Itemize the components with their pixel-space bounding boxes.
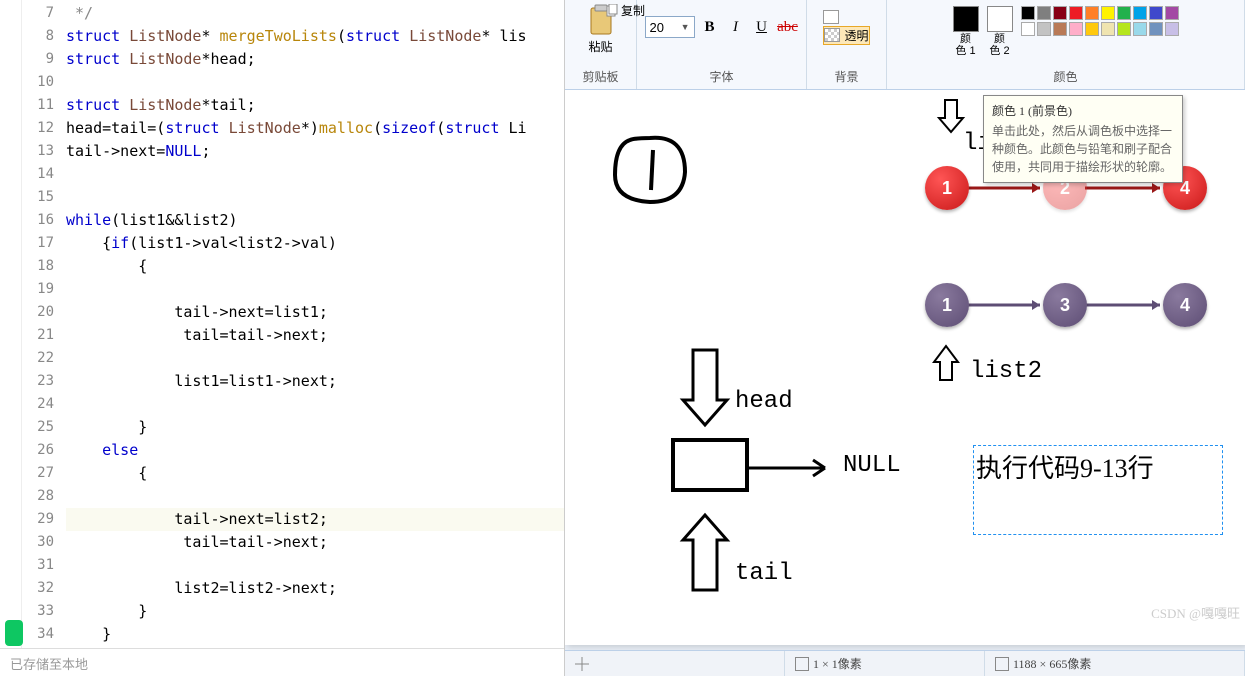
palette-swatch[interactable]: [1149, 22, 1163, 36]
palette-swatch[interactable]: [1149, 6, 1163, 20]
italic-button[interactable]: I: [725, 16, 747, 38]
palette-swatch[interactable]: [1037, 6, 1051, 20]
color1-swatch: [953, 6, 979, 32]
palette-swatch[interactable]: [1037, 22, 1051, 36]
cursor-pos-icon: [575, 657, 589, 671]
line-numbers: 7891011121314151617181920212223242526272…: [22, 0, 62, 648]
palette-swatch[interactable]: [1053, 22, 1067, 36]
list2-node-1: 1: [925, 283, 969, 327]
color-palette: [1021, 6, 1179, 36]
exec-text-box[interactable]: 执行代码9-13行: [973, 445, 1223, 535]
opaque-bg-option[interactable]: [823, 10, 869, 24]
palette-swatch[interactable]: [1165, 22, 1179, 36]
palette-swatch[interactable]: [1021, 22, 1035, 36]
font-group-label: 字体: [709, 66, 733, 87]
colors-group-label: 颜色: [1053, 66, 1077, 87]
palette-swatch[interactable]: [1133, 22, 1147, 36]
palette-swatch[interactable]: [1069, 22, 1083, 36]
strikethrough-button[interactable]: abc: [777, 16, 799, 38]
clipboard-group-label: 剪贴板: [582, 66, 618, 87]
head-label: head: [735, 388, 793, 415]
code-content[interactable]: */struct ListNode* mergeTwoLists(struct …: [62, 0, 564, 648]
paint-ribbon: 粘贴 复制 剪贴板 20 ▼ B I U abc: [565, 0, 1245, 90]
tail-label: tail: [735, 560, 793, 587]
palette-swatch[interactable]: [1053, 6, 1067, 20]
bold-button[interactable]: B: [699, 16, 721, 38]
selection-size-text: 1 × 1像素: [813, 655, 862, 672]
canvas-size-text: 1188 × 665像素: [1013, 655, 1091, 672]
underline-button[interactable]: U: [751, 16, 773, 38]
list1-node-1: 1: [925, 166, 969, 210]
canvas-size-icon: [995, 657, 1009, 671]
copy-icon: [605, 4, 619, 18]
font-size-select[interactable]: 20 ▼: [645, 16, 695, 38]
palette-swatch[interactable]: [1021, 6, 1035, 20]
watermark-text: CSDN @嘎嘎旺: [1151, 603, 1240, 622]
list2-node-2: 3: [1043, 283, 1087, 327]
color1-tooltip: 颜色 1 (前景色) 单击此处，然后从调色板中选择一种颜色。此颜色与铅笔和刷子配…: [983, 95, 1183, 183]
copy-button[interactable]: 复制: [605, 2, 645, 19]
list2-label: list2: [970, 358, 1042, 385]
chevron-down-icon: ▼: [681, 22, 690, 32]
code-editor[interactable]: 7891011121314151617181920212223242526272…: [0, 0, 564, 648]
null-label: NULL: [843, 452, 901, 479]
palette-swatch[interactable]: [1085, 6, 1099, 20]
palette-swatch[interactable]: [1085, 22, 1099, 36]
palette-swatch[interactable]: [1117, 22, 1131, 36]
selection-size-icon: [795, 657, 809, 671]
palette-swatch[interactable]: [1101, 6, 1115, 20]
list2-node-3: 4: [1163, 283, 1207, 327]
saved-status-text: 已存储至本地: [10, 657, 88, 672]
editor-gutter: [0, 0, 22, 648]
palette-swatch[interactable]: [1133, 6, 1147, 20]
run-button[interactable]: [5, 620, 23, 646]
palette-swatch[interactable]: [1165, 6, 1179, 20]
editor-status-bar: 已存储至本地: [0, 648, 564, 676]
transparent-bg-option[interactable]: 透明: [823, 26, 869, 45]
palette-swatch[interactable]: [1117, 6, 1131, 20]
color2-button[interactable]: 颜 色 2: [987, 6, 1013, 57]
palette-swatch[interactable]: [1101, 22, 1115, 36]
color1-button[interactable]: 颜 色 1: [953, 6, 979, 57]
palette-swatch[interactable]: [1069, 6, 1083, 20]
color2-swatch: [987, 6, 1013, 32]
paint-status-bar: 1 × 1像素 1188 × 665像素: [565, 650, 1245, 676]
background-group-label: 背景: [834, 66, 858, 87]
